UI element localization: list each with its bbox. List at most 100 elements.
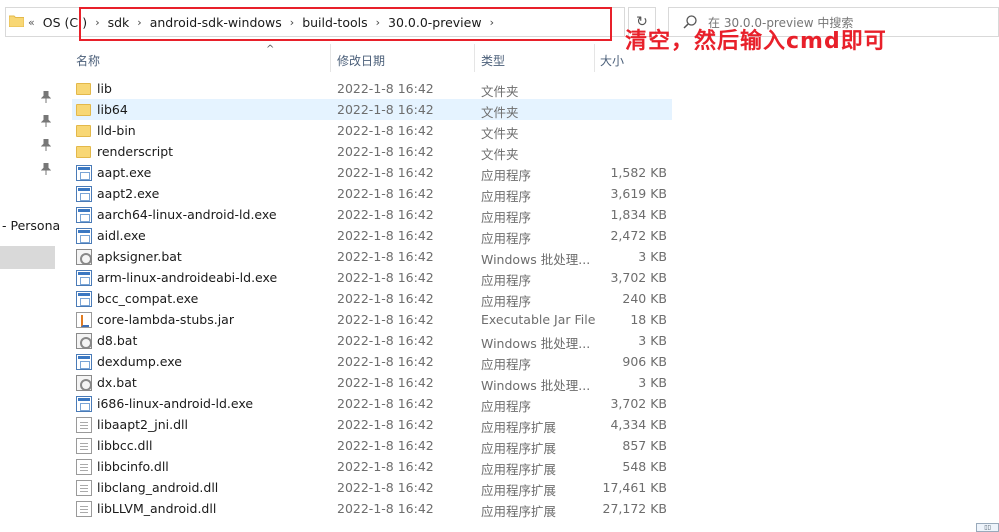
file-row[interactable]: libbcc.dll 2022-1-8 16:42 应用程序扩展 857 KB xyxy=(72,435,672,456)
exe-icon xyxy=(76,396,92,412)
file-type: 应用程序扩展 xyxy=(481,420,557,435)
file-row[interactable]: lib64 2022-1-8 16:42 文件夹 xyxy=(72,99,672,120)
column-divider[interactable] xyxy=(594,44,595,72)
file-date: 2022-1-8 16:42 xyxy=(337,459,434,474)
exe-icon xyxy=(76,270,92,286)
pin-icon[interactable] xyxy=(41,91,51,103)
file-name: aidl.exe xyxy=(97,228,146,243)
file-type: 应用程序扩展 xyxy=(481,483,557,498)
file-type: 应用程序 xyxy=(481,210,532,225)
file-name: libclang_android.dll xyxy=(97,480,219,495)
file-size: 3,619 KB xyxy=(610,186,667,201)
pin-icon[interactable] xyxy=(41,115,51,127)
folder-icon xyxy=(76,146,91,158)
file-date: 2022-1-8 16:42 xyxy=(337,186,434,201)
navigation-pane: - Persona xyxy=(0,44,60,532)
file-row[interactable]: apksigner.bat 2022-1-8 16:42 Windows 批处理..… xyxy=(72,246,672,267)
exe-icon xyxy=(76,165,92,181)
file-type: 应用程序 xyxy=(481,357,532,372)
file-name: libbcc.dll xyxy=(97,438,153,453)
file-size: 3 KB xyxy=(638,375,667,390)
pin-icon[interactable] xyxy=(41,163,51,175)
dll-icon xyxy=(76,501,92,517)
file-date: 2022-1-8 16:42 xyxy=(337,228,434,243)
folder-icon xyxy=(76,104,91,116)
file-row[interactable]: arm-linux-androideabi-ld.exe 2022-1-8 16:… xyxy=(72,267,672,288)
exe-icon xyxy=(76,186,92,202)
file-name: lib xyxy=(97,81,112,96)
file-name: libbcinfo.dll xyxy=(97,459,169,474)
file-type: 应用程序 xyxy=(481,168,532,183)
file-row[interactable]: libbcinfo.dll 2022-1-8 16:42 应用程序扩展 548 KB xyxy=(72,456,672,477)
file-row[interactable]: core-lambda-stubs.jar 2022-1-8 16:42 Execu… xyxy=(72,309,672,330)
bat-icon xyxy=(76,249,92,265)
folder-icon xyxy=(9,15,24,27)
file-type: 应用程序 xyxy=(481,231,532,246)
nav-item-personal[interactable]: - Persona xyxy=(2,218,60,233)
file-row[interactable]: lld-bin 2022-1-8 16:42 文件夹 xyxy=(72,120,672,141)
exe-icon xyxy=(76,291,92,307)
column-divider[interactable] xyxy=(474,44,475,72)
file-date: 2022-1-8 16:42 xyxy=(337,375,434,390)
file-type: 应用程序 xyxy=(481,189,532,204)
file-size: 906 KB xyxy=(622,354,667,369)
column-header-date[interactable]: 修改日期 xyxy=(337,52,385,69)
column-header-type[interactable]: 类型 xyxy=(481,52,505,69)
file-name: core-lambda-stubs.jar xyxy=(97,312,234,327)
file-row[interactable]: dx.bat 2022-1-8 16:42 Windows 批处理... 3 KB xyxy=(72,372,672,393)
file-type: 文件夹 xyxy=(481,147,519,162)
folder-icon xyxy=(76,125,91,137)
overflow-chevron-icon[interactable]: « xyxy=(28,16,35,29)
file-date: 2022-1-8 16:42 xyxy=(337,144,434,159)
file-date: 2022-1-8 16:42 xyxy=(337,102,434,117)
file-type: 文件夹 xyxy=(481,105,519,120)
file-size: 3 KB xyxy=(638,249,667,264)
file-size: 27,172 KB xyxy=(602,501,667,516)
file-row[interactable]: aapt2.exe 2022-1-8 16:42 应用程序 3,619 KB xyxy=(72,183,672,204)
file-row[interactable]: i686-linux-android-ld.exe 2022-1-8 16:42 应… xyxy=(72,393,672,414)
file-type: 应用程序扩展 xyxy=(481,441,557,456)
file-date: 2022-1-8 16:42 xyxy=(337,165,434,180)
nav-item-selected[interactable] xyxy=(0,246,55,269)
file-row[interactable]: dexdump.exe 2022-1-8 16:42 应用程序 906 KB xyxy=(72,351,672,372)
file-type: 应用程序 xyxy=(481,294,532,309)
sort-up-icon: ^ xyxy=(266,44,275,55)
column-header-size[interactable]: 大小 xyxy=(600,52,624,69)
address-bar: « OS (C:) › sdk › android-sdk-windows › … xyxy=(0,0,999,54)
file-type: 应用程序 xyxy=(481,273,532,288)
file-type: 文件夹 xyxy=(481,84,519,99)
file-row[interactable]: renderscript 2022-1-8 16:42 文件夹 xyxy=(72,141,672,162)
file-date: 2022-1-8 16:42 xyxy=(337,480,434,495)
file-size: 3,702 KB xyxy=(610,396,667,411)
file-date: 2022-1-8 16:42 xyxy=(337,417,434,432)
file-row[interactable]: aidl.exe 2022-1-8 16:42 应用程序 2,472 KB xyxy=(72,225,672,246)
pin-icon[interactable] xyxy=(41,139,51,151)
file-size: 17,461 KB xyxy=(602,480,667,495)
column-divider[interactable] xyxy=(330,44,331,72)
file-date: 2022-1-8 16:42 xyxy=(337,249,434,264)
file-date: 2022-1-8 16:42 xyxy=(337,354,434,369)
file-size: 857 KB xyxy=(622,438,667,453)
file-type: 应用程序扩展 xyxy=(481,462,557,477)
file-row[interactable]: libclang_android.dll 2022-1-8 16:42 应用程序扩展… xyxy=(72,477,672,498)
file-row[interactable]: aapt.exe 2022-1-8 16:42 应用程序 1,582 KB xyxy=(72,162,672,183)
file-row[interactable]: bcc_compat.exe 2022-1-8 16:42 应用程序 240 KB xyxy=(72,288,672,309)
file-row[interactable]: aarch64-linux-android-ld.exe 2022-1-8 16:… xyxy=(72,204,672,225)
file-row[interactable]: lib 2022-1-8 16:42 文件夹 xyxy=(72,78,672,99)
column-header-name[interactable]: 名称 xyxy=(76,52,100,69)
jar-icon xyxy=(76,312,92,328)
file-name: aapt.exe xyxy=(97,165,152,180)
file-name: dexdump.exe xyxy=(97,354,182,369)
column-headers: ^ 名称 修改日期 类型 大小 xyxy=(70,44,999,72)
exe-icon xyxy=(76,354,92,370)
exe-icon xyxy=(76,207,92,223)
dll-icon xyxy=(76,459,92,475)
file-row[interactable]: d8.bat 2022-1-8 16:42 Windows 批处理... 3 KB xyxy=(72,330,672,351)
file-date: 2022-1-8 16:42 xyxy=(337,207,434,222)
file-row[interactable]: libaapt2_jni.dll 2022-1-8 16:42 应用程序扩展 4,33… xyxy=(72,414,672,435)
view-toggle-button[interactable]: ▯▯ xyxy=(976,523,999,532)
dll-icon xyxy=(76,417,92,433)
file-name: aapt2.exe xyxy=(97,186,160,201)
file-row[interactable]: libLLVM_android.dll 2022-1-8 16:42 应用程序扩展 2… xyxy=(72,498,672,519)
file-name: renderscript xyxy=(97,144,174,159)
